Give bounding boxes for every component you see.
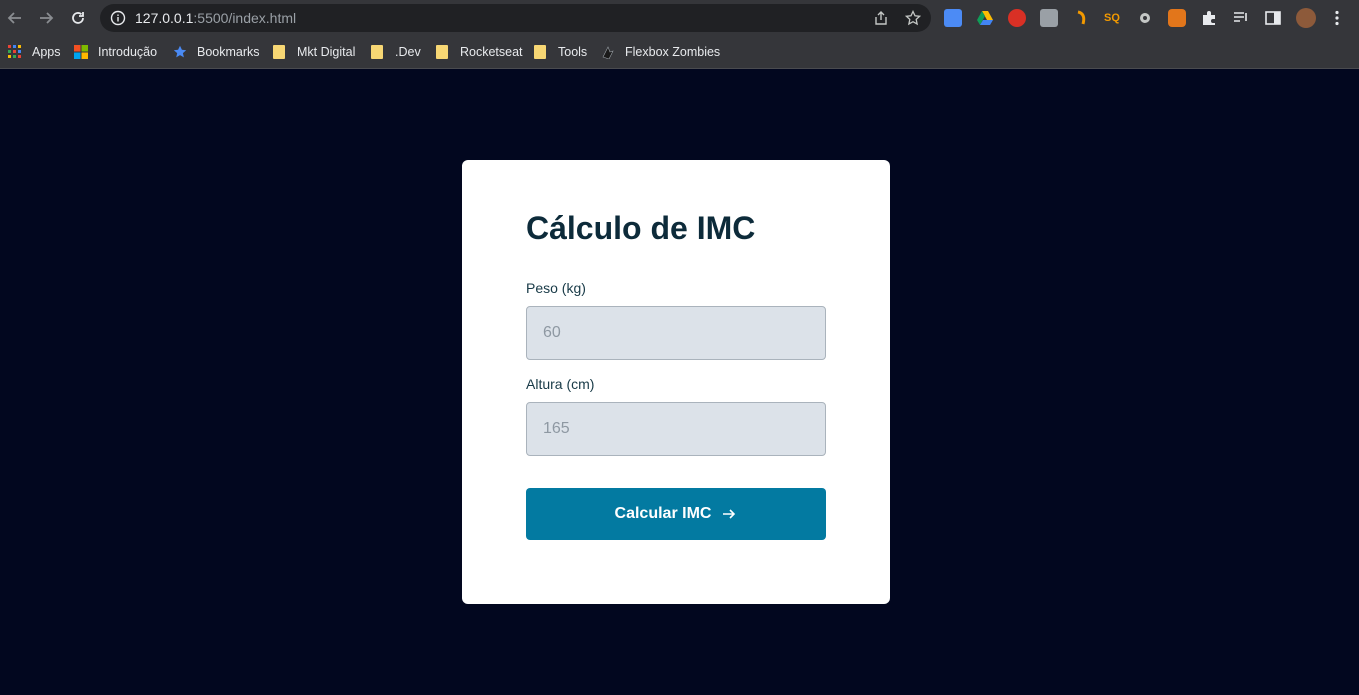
- bookmark-label: Rocketseat: [460, 45, 523, 59]
- share-icon[interactable]: [873, 10, 889, 26]
- bookmarks-bar: Apps Introdução Bookmarks Mkt Digital .D…: [0, 36, 1359, 69]
- settings-gear-icon[interactable]: [1136, 9, 1154, 27]
- bookmark-flexbox-zombies[interactable]: Flexbox Zombies: [601, 42, 720, 62]
- imc-form-card: Cálculo de IMC Peso (kg) Altura (cm) Cal…: [462, 160, 890, 604]
- bookmark-apps[interactable]: Apps: [8, 42, 61, 62]
- bookmark-label: Bookmarks: [197, 45, 260, 59]
- url-host: 127.0.0.1: [135, 10, 194, 26]
- folder-icon: [273, 45, 285, 59]
- bookmark-mkt-digital[interactable]: Mkt Digital: [273, 42, 355, 62]
- apps-grid-icon: [8, 45, 21, 58]
- folder-icon: [436, 45, 448, 59]
- bookmark-label: Tools: [558, 45, 588, 59]
- form-title: Cálculo de IMC: [526, 210, 756, 246]
- media-list-icon[interactable]: [1232, 9, 1250, 27]
- star-icon: [173, 45, 187, 58]
- folder-icon: [534, 45, 546, 59]
- bookmark-label: Introdução: [98, 45, 158, 59]
- calculate-imc-button[interactable]: Calcular IMC: [526, 488, 826, 540]
- profile-avatar[interactable]: [1296, 8, 1316, 28]
- url-path: :5500/index.html: [193, 10, 297, 26]
- calculate-imc-label: Calcular IMC: [614, 505, 712, 522]
- weight-input[interactable]: [526, 306, 826, 360]
- bookmark-bookmarks[interactable]: Bookmarks: [173, 42, 260, 62]
- metamask-icon[interactable]: [1168, 9, 1186, 27]
- adblock-icon[interactable]: [1008, 9, 1026, 27]
- browser-toolbar: 127.0.0.1:5500/index.html SQ: [0, 0, 1359, 36]
- extension-orange-icon[interactable]: [1072, 9, 1090, 27]
- side-panel-icon[interactable]: [1264, 9, 1282, 27]
- seoquake-icon[interactable]: SQ: [1104, 9, 1122, 27]
- folder-icon: [371, 45, 383, 59]
- zombie-icon: [602, 46, 614, 59]
- site-info-icon[interactable]: [110, 10, 126, 26]
- menu-dots-icon[interactable]: [1328, 9, 1346, 27]
- height-input[interactable]: [526, 402, 826, 456]
- extension-gray-icon[interactable]: [1040, 9, 1058, 27]
- google-drive-icon[interactable]: [976, 9, 994, 27]
- back-icon[interactable]: [3, 6, 27, 30]
- arrow-right-icon: [723, 509, 736, 519]
- height-label: Altura (cm): [526, 376, 595, 392]
- bookmark-label: Mkt Digital: [297, 45, 356, 59]
- extensions-puzzle-icon[interactable]: [1200, 9, 1218, 27]
- microsoft-icon: [74, 45, 88, 59]
- bookmark-label: .Dev: [395, 45, 421, 59]
- reload-icon[interactable]: [66, 6, 90, 30]
- url-text[interactable]: 127.0.0.1:5500/index.html: [135, 10, 296, 26]
- bookmark-star-icon[interactable]: [905, 10, 921, 26]
- forward-icon[interactable]: [34, 6, 58, 30]
- bookmark-dev[interactable]: .Dev: [371, 42, 421, 62]
- bookmark-introducao[interactable]: Introdução: [74, 42, 157, 62]
- bookmark-label: Flexbox Zombies: [625, 45, 721, 59]
- extension-translate-icon[interactable]: [944, 9, 962, 27]
- address-bar[interactable]: 127.0.0.1:5500/index.html: [100, 4, 931, 32]
- bookmark-label: Apps: [32, 45, 61, 59]
- weight-label: Peso (kg): [526, 280, 586, 296]
- bookmark-rocketseat[interactable]: Rocketseat: [436, 42, 523, 62]
- bookmark-tools[interactable]: Tools: [534, 42, 587, 62]
